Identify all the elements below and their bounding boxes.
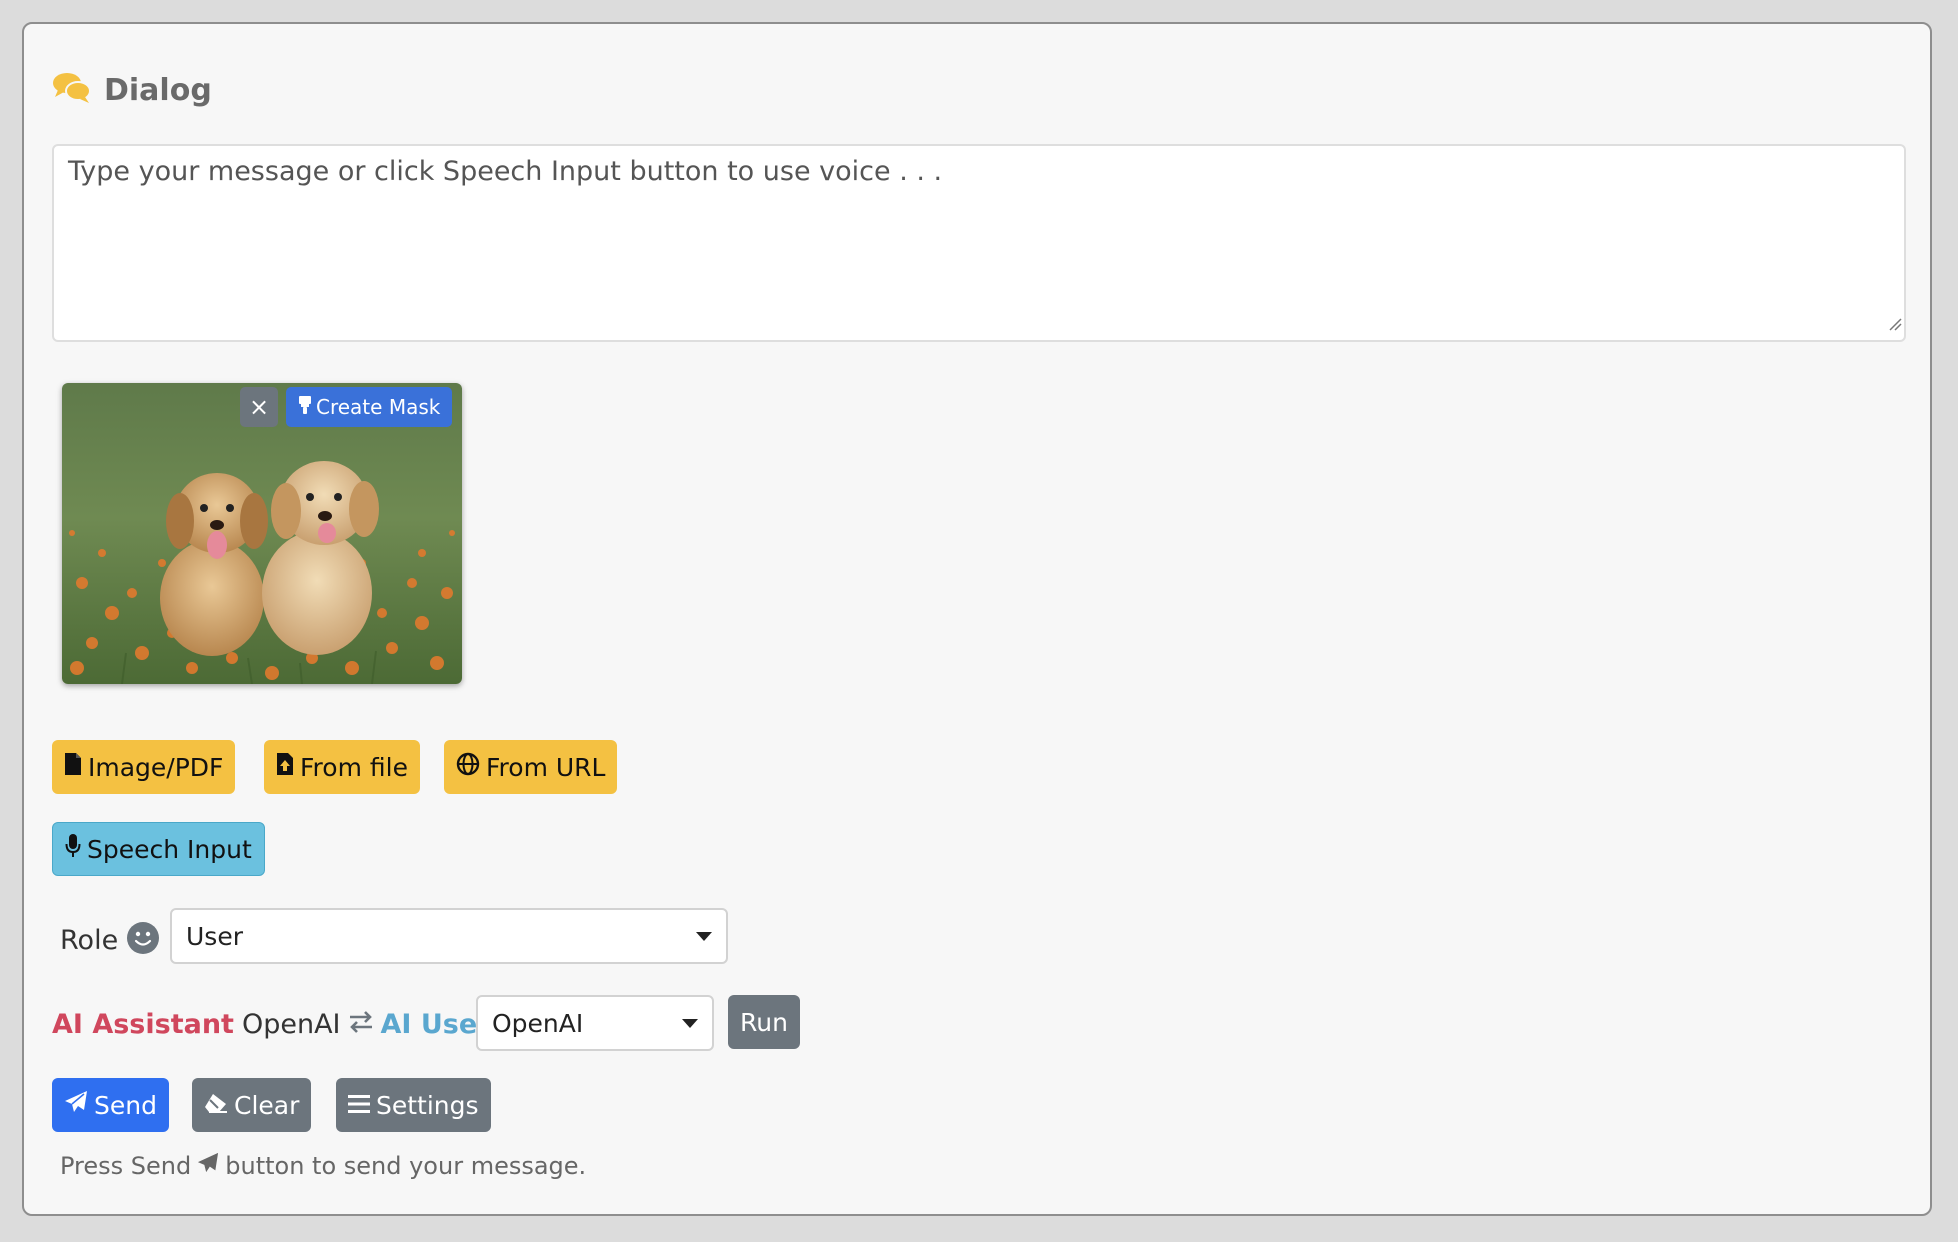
send-label: Send [94,1090,157,1120]
close-icon: × [248,393,270,421]
role-row: Role [60,912,160,968]
ai-row: AI Assistant OpenAI AI User [52,996,491,1052]
from-file-button[interactable]: From file [264,740,420,794]
speech-input-button[interactable]: Speech Input [52,822,265,876]
from-file-label: From file [300,752,408,782]
role-selected-value: User [186,921,243,951]
from-url-label: From URL [486,752,606,782]
chevron-down-icon [682,1018,698,1028]
remove-image-button[interactable]: × [240,387,278,427]
file-icon [64,752,82,782]
bars-icon [348,1091,370,1120]
create-mask-button[interactable]: Create Mask [286,387,453,427]
paper-plane-icon [197,1152,219,1180]
ai-assistant-label: AI Assistant [52,1008,234,1040]
resize-grip-icon[interactable] [1888,307,1902,338]
settings-label: Settings [376,1090,479,1120]
run-label: Run [740,1007,788,1037]
speech-input-label: Speech Input [87,834,252,864]
paper-plane-icon [64,1090,88,1120]
settings-button[interactable]: Settings [336,1078,491,1132]
image-pdf-button[interactable]: Image/PDF [52,740,236,794]
ai-user-label: AI User [380,1008,491,1040]
mask-brush-icon [298,395,312,420]
comments-icon [52,71,92,109]
message-placeholder: Type your message or click Speech Input … [68,156,943,187]
ai-assistant-provider: OpenAI [241,1008,341,1040]
clear-label: Clear [234,1090,300,1120]
puppies-photo [62,383,462,684]
send-button[interactable]: Send [52,1078,169,1132]
file-upload-icon [276,752,294,782]
role-label: Role [60,924,119,956]
ai-user-provider-select[interactable]: OpenAI [476,995,714,1051]
eraser-icon [204,1091,228,1120]
ai-user-provider-value: OpenAI [492,1008,584,1038]
globe-icon [456,752,480,782]
create-mask-label: Create Mask [316,395,441,419]
send-hint: Press Send button to send your message. [60,1152,586,1180]
run-button[interactable]: Run [728,995,800,1049]
image-thumbnail: × Create Mask [62,383,462,684]
dialog-title: Dialog [104,72,212,108]
from-url-button[interactable]: From URL [444,740,618,794]
smile-icon [126,921,160,959]
image-pdf-label: Image/PDF [88,752,224,782]
dialog-panel: Dialog Type your message or click Speech… [22,22,1932,1216]
hint-after: button to send your message. [225,1152,587,1180]
clear-button[interactable]: Clear [192,1078,312,1132]
role-select[interactable]: User [170,908,728,964]
hint-before: Press Send [60,1152,192,1180]
microphone-icon [65,833,81,865]
dialog-header: Dialog [52,68,212,112]
exchange-icon [347,1010,375,1038]
chevron-down-icon [696,931,712,941]
message-input[interactable]: Type your message or click Speech Input … [52,144,1906,342]
